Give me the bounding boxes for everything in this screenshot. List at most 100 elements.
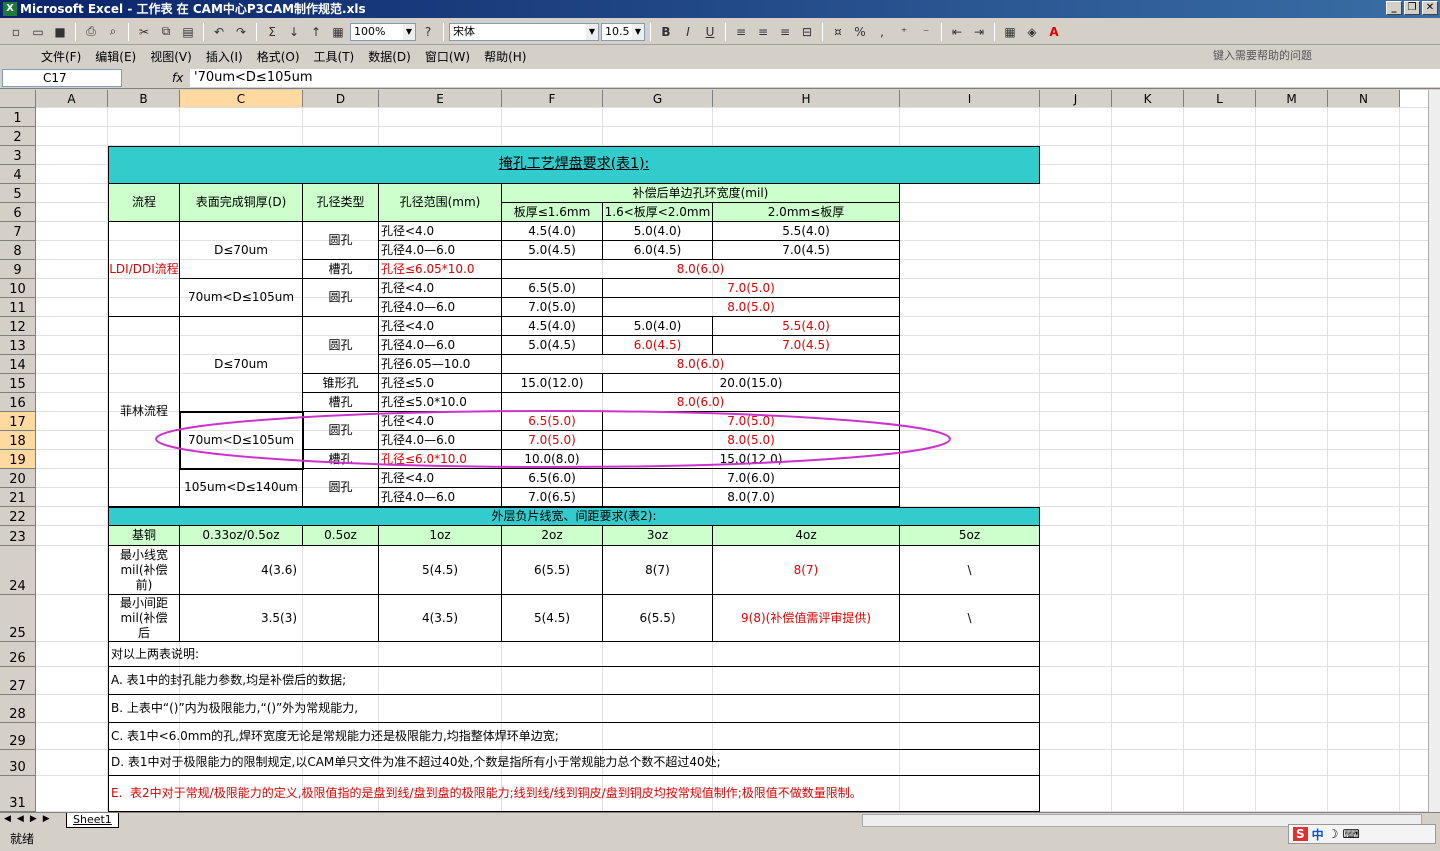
sort-desc-icon[interactable]: ↑: [306, 22, 326, 42]
cell[interactable]: 8.0(5.0): [603, 298, 900, 317]
cell[interactable]: 1oz: [379, 526, 502, 546]
cell[interactable]: 孔径<4.0: [379, 279, 502, 298]
cell[interactable]: 板厚≤1.6mm: [502, 203, 603, 222]
row-header-27[interactable]: 27: [0, 667, 36, 695]
vertical-scrollbar[interactable]: [1428, 90, 1440, 812]
cell[interactable]: \: [900, 595, 1040, 642]
cell[interactable]: 圆孔: [303, 412, 379, 450]
cell[interactable]: 2.0mm≤板厚: [713, 203, 900, 222]
close-button[interactable]: ✕: [1422, 1, 1438, 15]
undo-icon[interactable]: ↶: [209, 22, 229, 42]
paste-icon[interactable]: ▤: [178, 22, 198, 42]
cell[interactable]: 10.0(8.0): [502, 450, 603, 469]
cell[interactable]: E. 表2中对于常规/极限能力的定义,极限值指的是盘到线/盘到盘的极限能力;线到…: [108, 776, 1040, 812]
italic-button[interactable]: I: [678, 22, 698, 42]
row-header-4[interactable]: 4: [0, 165, 36, 184]
cell[interactable]: LDI/DDI流程: [108, 222, 180, 317]
cell[interactable]: 孔径4.0—6.0: [379, 241, 502, 260]
menu-format[interactable]: 格式(O): [250, 48, 307, 65]
font-color-icon[interactable]: A: [1044, 22, 1064, 42]
cell[interactable]: 6.5(6.0): [502, 469, 603, 488]
row-header-19[interactable]: 19: [0, 450, 36, 469]
help-icon[interactable]: ?: [418, 22, 438, 42]
cell[interactable]: 4oz: [713, 526, 900, 546]
borders-icon[interactable]: ▦: [1000, 22, 1020, 42]
cell[interactable]: 7.0(6.5): [502, 488, 603, 507]
cell[interactable]: 5(4.5): [379, 546, 502, 595]
cell[interactable]: 6.5(5.0): [502, 412, 603, 431]
cell[interactable]: 70um<D≤105um: [180, 279, 303, 317]
cell[interactable]: 5.5(4.0): [713, 317, 900, 336]
align-center-icon[interactable]: ≡: [753, 22, 773, 42]
sheet-tab[interactable]: Sheet1: [66, 813, 119, 828]
row-header-5[interactable]: 5: [0, 184, 36, 203]
cell[interactable]: 孔径<4.0: [379, 222, 502, 241]
column-header-E[interactable]: E: [379, 90, 502, 108]
column-header-G[interactable]: G: [603, 90, 713, 108]
cell[interactable]: 5.5(4.0): [713, 222, 900, 241]
row-header-8[interactable]: 8: [0, 241, 36, 260]
chart-icon[interactable]: ▦: [328, 22, 348, 42]
cell[interactable]: 70um<D≤105um: [180, 412, 303, 469]
cell[interactable]: 9(8)(补偿值需评审提供): [713, 595, 900, 642]
cell[interactable]: 15.0(12.0): [502, 374, 603, 393]
cell[interactable]: A. 表1中的封孔能力参数,均是补偿后的数据;: [108, 667, 1040, 695]
row-header-29[interactable]: 29: [0, 723, 36, 750]
menu-help[interactable]: 帮助(H): [477, 48, 533, 65]
preview-icon[interactable]: ⌕: [103, 22, 123, 42]
cell[interactable]: 最小间距 mil(补偿 后: [108, 595, 180, 642]
name-box[interactable]: C17: [2, 69, 122, 87]
cell[interactable]: 圆孔: [303, 469, 379, 507]
column-header-K[interactable]: K: [1112, 90, 1184, 108]
cell[interactable]: 7.0(5.0): [502, 431, 603, 450]
row-header-3[interactable]: 3: [0, 146, 36, 165]
indent-decrease-icon[interactable]: ⇤: [947, 22, 967, 42]
tab-nav-arrows[interactable]: ◀◀▶▶: [4, 814, 56, 824]
row-header-23[interactable]: 23: [0, 526, 36, 546]
cell[interactable]: 孔径4.0—6.0: [379, 298, 502, 317]
cell[interactable]: 孔径4.0—6.0: [379, 431, 502, 450]
cell[interactable]: 5.0(4.0): [603, 317, 713, 336]
bold-button[interactable]: B: [656, 22, 676, 42]
cell[interactable]: 7.0(5.0): [603, 279, 900, 298]
menu-file[interactable]: 文件(F): [34, 48, 88, 65]
increase-decimal-icon[interactable]: ⁺: [894, 22, 914, 42]
cell[interactable]: 槽孔: [303, 450, 379, 469]
column-header-F[interactable]: F: [502, 90, 603, 108]
cell[interactable]: D≤70um: [180, 317, 303, 412]
sort-asc-icon[interactable]: ↓: [284, 22, 304, 42]
menu-view[interactable]: 视图(V): [143, 48, 199, 65]
row-header-31[interactable]: 31: [0, 776, 36, 812]
row-header-25[interactable]: 25: [0, 595, 36, 642]
cell[interactable]: D. 表1中对于极限能力的限制规定,以CAM单只文件为准不超过40处,个数是指所…: [108, 750, 1040, 776]
row-header-6[interactable]: 6: [0, 203, 36, 222]
cell[interactable]: 孔径6.05—10.0: [379, 355, 502, 374]
cell[interactable]: 孔径≤5.0*10.0: [379, 393, 502, 412]
select-all-corner[interactable]: [0, 90, 36, 108]
cell[interactable]: 孔径<4.0: [379, 412, 502, 431]
copy-icon[interactable]: ⧉: [156, 22, 176, 42]
font-size-select[interactable]: 10.5 ▼: [601, 22, 645, 41]
cell[interactable]: 8.0(6.0): [502, 393, 900, 412]
row-header-12[interactable]: 12: [0, 317, 36, 336]
ime-toolbar[interactable]: S 中 ☽ ⌨: [1288, 824, 1436, 844]
fill-color-icon[interactable]: ◈: [1022, 22, 1042, 42]
formula-input[interactable]: '70um<D≤105um: [190, 69, 1440, 87]
cut-icon[interactable]: ✂: [134, 22, 154, 42]
row-header-21[interactable]: 21: [0, 488, 36, 507]
row-header-11[interactable]: 11: [0, 298, 36, 317]
cell[interactable]: 15.0(12.0): [603, 450, 900, 469]
cell[interactable]: 4(3.5): [379, 595, 502, 642]
column-header-C[interactable]: C: [180, 90, 303, 108]
row-header-1[interactable]: 1: [0, 108, 36, 127]
menu-data[interactable]: 数据(D): [361, 48, 418, 65]
cell[interactable]: 7.0(5.0): [603, 412, 900, 431]
cell[interactable]: 7.0(5.0): [502, 298, 603, 317]
cell[interactable]: 表面完成铜厚(D): [180, 184, 303, 222]
autosum-icon[interactable]: Σ: [262, 22, 282, 42]
indent-increase-icon[interactable]: ⇥: [969, 22, 989, 42]
column-header-B[interactable]: B: [108, 90, 180, 108]
decrease-decimal-icon[interactable]: ⁻: [916, 22, 936, 42]
cell[interactable]: 8.0(7.0): [603, 488, 900, 507]
cell[interactable]: 孔径<4.0: [379, 317, 502, 336]
